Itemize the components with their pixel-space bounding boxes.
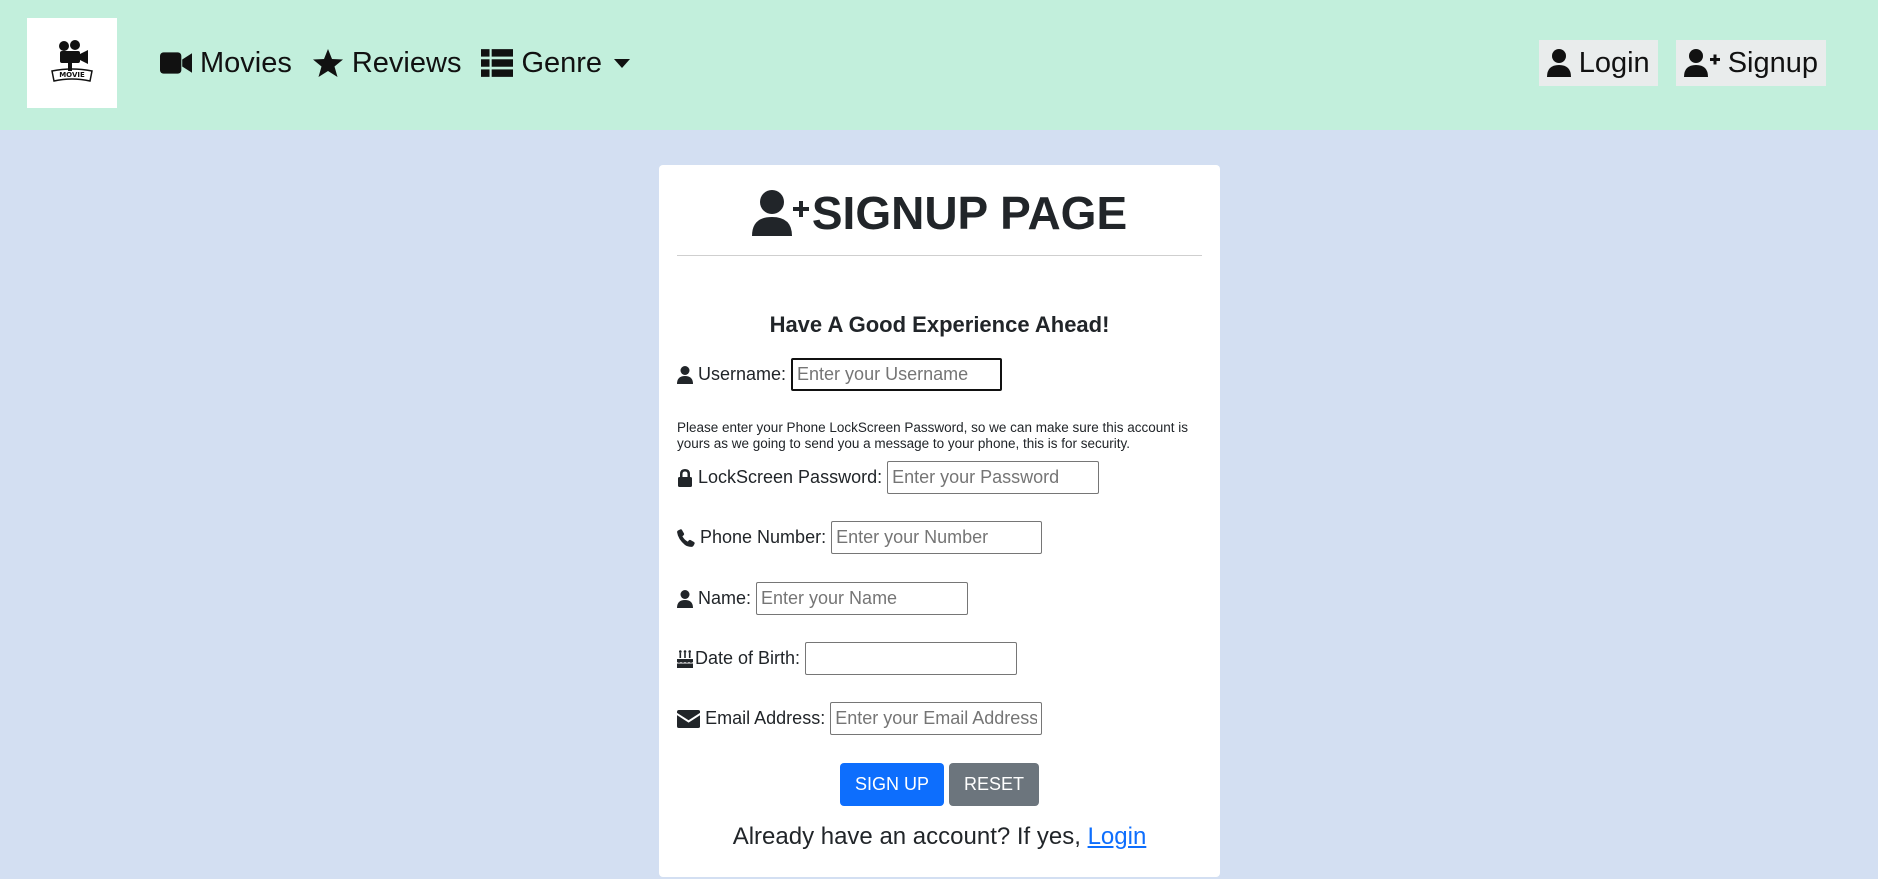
login-label: Login	[1578, 46, 1650, 79]
email-row: Email Address:	[677, 702, 1043, 735]
phone-input[interactable]	[831, 521, 1043, 554]
email-input[interactable]	[830, 702, 1043, 735]
nav-reviews[interactable]: Reviews	[312, 46, 462, 80]
reset-button[interactable]: RESET	[949, 763, 1040, 806]
video-camera-icon	[160, 52, 192, 74]
login-prompt: Already have an account? If yes, Login	[659, 823, 1220, 851]
password-row: LockScreen Password:	[677, 461, 1100, 494]
birthday-cake-icon	[677, 649, 693, 668]
user-plus-icon	[751, 189, 809, 236]
list-icon	[481, 49, 514, 77]
username-label: Username:	[698, 364, 787, 384]
movie-camera-logo-icon: MOVIE	[51, 40, 93, 82]
user-icon	[677, 365, 693, 384]
nav-genre-dropdown[interactable]: Genre	[481, 46, 631, 80]
dob-input[interactable]	[805, 642, 1018, 675]
phone-row: Phone Number:	[677, 521, 1043, 554]
signup-button[interactable]: Signup	[1675, 40, 1826, 86]
phone-label: Phone Number:	[700, 527, 827, 547]
form-actions: SIGN UP RESET	[659, 763, 1220, 806]
nav-movies[interactable]: Movies	[160, 47, 292, 80]
auth-nav: Login Signup	[1538, 40, 1826, 86]
password-label: LockScreen Password:	[698, 467, 883, 487]
name-row: Name:	[677, 582, 969, 615]
name-label: Name:	[698, 588, 752, 608]
name-input[interactable]	[756, 582, 969, 615]
password-security-note: Please enter your Phone LockScreen Passw…	[677, 420, 1189, 451]
username-input[interactable]	[791, 358, 1003, 391]
dob-label: Date of Birth:	[695, 648, 801, 668]
user-plus-icon	[1683, 49, 1720, 77]
lock-icon	[678, 468, 692, 487]
phone-icon	[677, 528, 695, 547]
password-input[interactable]	[887, 461, 1100, 494]
page-title-text: SIGNUP PAGE	[811, 186, 1128, 239]
svg-text:MOVIE: MOVIE	[59, 71, 85, 79]
main-nav: Movies Reviews Genre	[160, 40, 631, 86]
form-subheading: Have A Good Experience Ahead!	[769, 312, 1110, 337]
user-icon	[677, 589, 693, 608]
navbar: MOVIE Movies Reviews Genre Login Signup	[0, 0, 1878, 130]
chevron-down-icon	[614, 58, 631, 68]
divider	[677, 255, 1202, 256]
login-prompt-text: Already have an account? If yes,	[732, 823, 1088, 850]
star-icon	[312, 49, 343, 77]
username-row: Username:	[677, 358, 1003, 391]
user-icon	[1546, 49, 1571, 77]
dob-row: Date of Birth:	[677, 642, 1018, 675]
signup-card: SIGNUP PAGE Have A Good Experience Ahead…	[659, 165, 1220, 877]
nav-genre-label: Genre	[521, 46, 603, 79]
sign-up-button[interactable]: SIGN UP	[839, 763, 944, 806]
nav-reviews-label: Reviews	[351, 46, 462, 79]
login-link[interactable]: Login	[1088, 823, 1147, 850]
login-button[interactable]: Login	[1538, 40, 1658, 86]
email-label: Email Address:	[705, 708, 826, 728]
page-title: SIGNUP PAGE	[659, 185, 1220, 240]
site-logo[interactable]: MOVIE	[27, 18, 117, 108]
signup-label: Signup	[1727, 46, 1818, 79]
nav-movies-label: Movies	[200, 46, 292, 79]
envelope-icon	[677, 709, 701, 728]
